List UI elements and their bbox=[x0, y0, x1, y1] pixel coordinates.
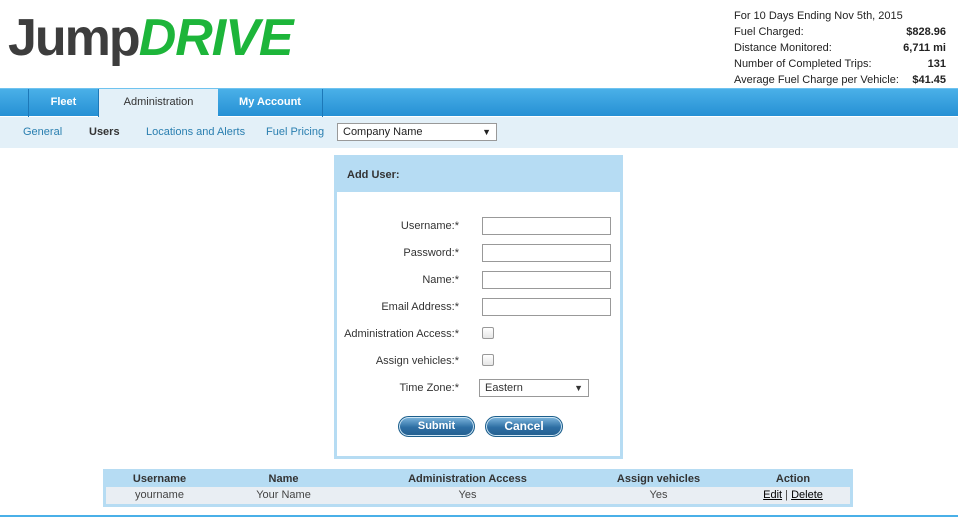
cell-assign-vehicles: Yes bbox=[649, 489, 668, 501]
company-select[interactable]: Company Name ▼ bbox=[337, 123, 497, 141]
form-row-name: Name:* bbox=[337, 271, 620, 291]
form-row-time-zone: Time Zone:* Eastern ▼ bbox=[337, 379, 620, 399]
summary-value: 6,711 mi bbox=[903, 42, 946, 54]
column-header-admin-access: Administration Access bbox=[408, 473, 527, 485]
cell-username: yourname bbox=[135, 489, 184, 501]
edit-link[interactable]: Edit bbox=[763, 489, 782, 501]
sub-nav: General Users Locations and Alerts Fuel … bbox=[0, 117, 958, 148]
column-header-assign-vehicles: Assign vehicles bbox=[616, 473, 701, 485]
summary-value: 131 bbox=[927, 58, 946, 70]
submit-button[interactable]: Submit bbox=[398, 416, 475, 437]
summary-distance: Distance Monitored: 6,711 mi bbox=[734, 40, 946, 56]
main-nav: Fleet Administration My Account bbox=[0, 88, 958, 118]
logo-jump-text: Jump bbox=[8, 9, 141, 67]
username-label: Username:* bbox=[400, 220, 459, 232]
form-row-admin-access: Administration Access:* bbox=[337, 325, 620, 345]
username-input[interactable] bbox=[482, 217, 611, 235]
panel-title: Add User: bbox=[337, 158, 620, 192]
summary-value: $828.96 bbox=[906, 26, 946, 38]
summary-avg-fuel: Average Fuel Charge per Vehicle: $41.45 bbox=[734, 72, 946, 88]
summary-label: Distance Monitored: bbox=[734, 42, 832, 54]
fuel-summary: For 10 Days Ending Nov 5th, 2015 Fuel Ch… bbox=[734, 8, 946, 88]
admin-access-checkbox[interactable] bbox=[482, 327, 494, 339]
dropdown-arrow-icon: ▼ bbox=[482, 127, 491, 137]
name-input[interactable] bbox=[482, 271, 611, 289]
tab-my-account[interactable]: My Account bbox=[218, 89, 323, 117]
time-zone-label: Time Zone:* bbox=[399, 382, 459, 394]
jumpdrive-logo[interactable]: Jump DRIVE bbox=[8, 8, 294, 67]
action-separator: | bbox=[785, 489, 789, 501]
time-zone-select[interactable]: Eastern ▼ bbox=[479, 379, 589, 397]
add-user-panel: Add User: Username:* Password:* Name:* E… bbox=[334, 155, 623, 459]
column-header-name: Name bbox=[268, 473, 299, 485]
password-input[interactable] bbox=[482, 244, 611, 262]
summary-label: Average Fuel Charge per Vehicle: bbox=[734, 74, 899, 86]
users-table: Username Name Administration Access Assi… bbox=[103, 469, 853, 507]
summary-fuel-charged: Fuel Charged: $828.96 bbox=[734, 24, 946, 40]
summary-period: For 10 Days Ending Nov 5th, 2015 bbox=[734, 10, 903, 22]
form-row-email: Email Address:* bbox=[337, 298, 620, 318]
column-header-action: Action bbox=[775, 473, 811, 485]
email-input[interactable] bbox=[482, 298, 611, 316]
admin-access-label: Administration Access:* bbox=[344, 328, 459, 340]
subnav-users[interactable]: Users bbox=[89, 117, 120, 148]
column-header-username: Username bbox=[132, 473, 187, 485]
time-zone-value: Eastern bbox=[485, 382, 523, 394]
form-row-username: Username:* bbox=[337, 217, 620, 237]
form-row-password: Password:* bbox=[337, 244, 620, 264]
email-label: Email Address:* bbox=[381, 301, 459, 313]
cell-admin-access: Yes bbox=[458, 489, 477, 501]
logo-drive-text: DRIVE bbox=[138, 9, 294, 67]
company-select-value: Company Name bbox=[343, 126, 423, 138]
tab-fleet[interactable]: Fleet bbox=[28, 89, 99, 117]
delete-link[interactable]: Delete bbox=[791, 489, 823, 501]
summary-trips: Number of Completed Trips: 131 bbox=[734, 56, 946, 72]
subnav-general[interactable]: General bbox=[23, 117, 62, 148]
cancel-button[interactable]: Cancel bbox=[485, 416, 563, 437]
assign-vehicles-label: Assign vehicles:* bbox=[375, 355, 459, 367]
tab-administration[interactable]: Administration bbox=[99, 89, 218, 118]
form-row-assign-vehicles: Assign vehicles:* bbox=[337, 352, 620, 372]
dropdown-arrow-icon: ▼ bbox=[574, 383, 583, 393]
name-label: Name:* bbox=[422, 274, 459, 286]
summary-label: Fuel Charged: bbox=[734, 26, 804, 38]
cell-name: Your Name bbox=[256, 489, 311, 501]
password-label: Password:* bbox=[403, 247, 459, 259]
subnav-fuel-pricing[interactable]: Fuel Pricing bbox=[266, 117, 324, 148]
subnav-locations-alerts[interactable]: Locations and Alerts bbox=[146, 117, 245, 148]
table-row: yourname Your Name Yes Yes Edit | Delete bbox=[106, 487, 850, 504]
table-header: Username Name Administration Access Assi… bbox=[106, 472, 850, 487]
summary-label: Number of Completed Trips: bbox=[734, 58, 872, 70]
assign-vehicles-checkbox[interactable] bbox=[482, 354, 494, 366]
cell-actions: Edit | Delete bbox=[736, 487, 850, 504]
summary-value: $41.45 bbox=[912, 74, 946, 86]
